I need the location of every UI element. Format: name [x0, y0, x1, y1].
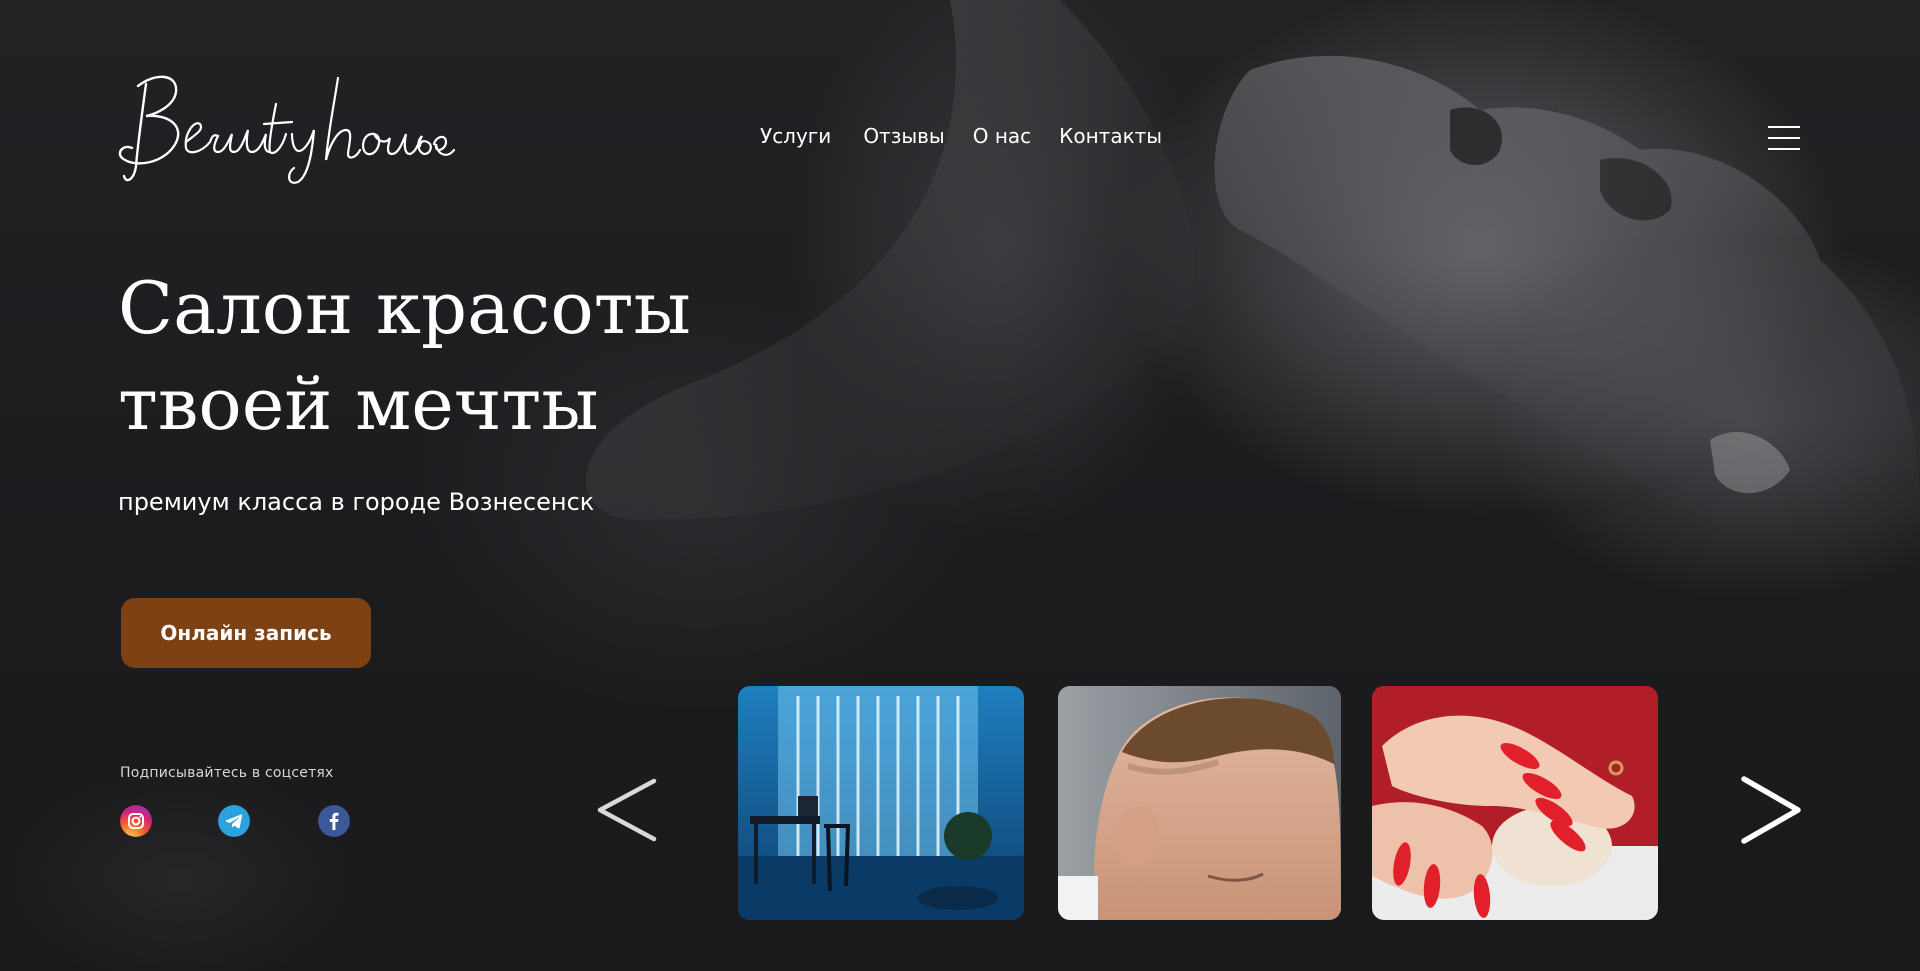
- menu-line: [1768, 126, 1800, 128]
- menu-line: [1768, 137, 1800, 139]
- carousel-slide-manicure[interactable]: [1372, 686, 1658, 920]
- brand-logo[interactable]: [116, 64, 456, 194]
- chevron-right-icon[interactable]: [1736, 775, 1806, 845]
- carousel-slide-haircut[interactable]: [1058, 686, 1341, 920]
- telegram-icon[interactable]: [218, 805, 250, 837]
- hamburger-menu-icon[interactable]: [1768, 126, 1800, 152]
- haircut-photo: [1058, 686, 1341, 920]
- nav-item-services[interactable]: Услуги: [760, 124, 831, 148]
- nav-item-contacts[interactable]: Контакты: [1059, 124, 1162, 148]
- carousel-slide-salon-interior[interactable]: [738, 686, 1024, 920]
- hero-subtitle: премиум класса в городе Вознесенск: [118, 488, 595, 516]
- nav-item-reviews[interactable]: Отзывы: [863, 124, 944, 148]
- social-label: Подписывайтесь в соцсетях: [120, 765, 334, 781]
- salon-interior-photo: [738, 686, 1024, 920]
- nav-item-about[interactable]: О нас: [973, 124, 1031, 148]
- facebook-icon[interactable]: [318, 805, 350, 837]
- hero-title-line2: твоей мечты: [118, 362, 599, 446]
- hero-title-line1: Салон красоты: [118, 266, 691, 350]
- online-booking-button[interactable]: Онлайн запись: [121, 598, 371, 668]
- chevron-left-icon[interactable]: [592, 775, 662, 845]
- hero-title: Салон красоты твоей мечты: [118, 260, 838, 452]
- main-nav: Услуги Отзывы О нас Контакты: [760, 124, 1162, 148]
- manicure-photo: [1372, 686, 1658, 920]
- hero-section: Услуги Отзывы О нас Контакты Салон красо…: [0, 0, 1920, 971]
- instagram-icon[interactable]: [120, 805, 152, 837]
- menu-line: [1768, 148, 1800, 150]
